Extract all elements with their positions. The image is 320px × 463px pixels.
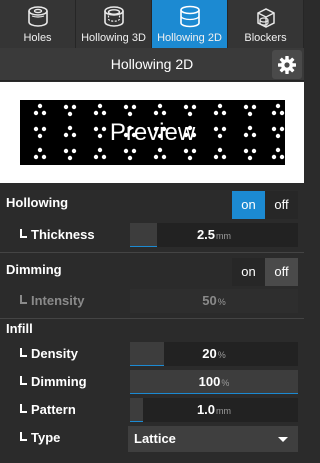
type-value: Lattice xyxy=(134,431,176,446)
type-dropdown[interactable]: Lattice xyxy=(128,426,298,452)
dimming-on-option[interactable]: on xyxy=(232,258,265,286)
dimming-label: Dimming xyxy=(6,262,62,277)
tab-hollowing-3d-label: Hollowing 3D xyxy=(81,32,146,44)
density-unit: % xyxy=(217,350,226,360)
preview-label: Preview xyxy=(109,119,196,146)
section-divider xyxy=(0,252,304,253)
preview-panel: Preview xyxy=(0,82,304,183)
hollowing-row: Hollowing on off xyxy=(0,189,304,219)
chevron-down-icon xyxy=(278,437,288,442)
pattern-label: Pattern xyxy=(20,396,76,424)
pattern-slider[interactable]: 1.0mm xyxy=(130,398,298,422)
pattern-unit: mm xyxy=(216,406,232,416)
type-label: Type xyxy=(20,424,60,452)
tab-blockers-label: Blockers xyxy=(244,32,287,44)
tab-hollowing-3d[interactable]: Hollowing 3D xyxy=(76,0,152,48)
density-label: Density xyxy=(20,340,78,368)
thickness-unit: mm xyxy=(216,231,232,241)
dimming-off-option[interactable]: off xyxy=(265,258,298,286)
intensity-label: Intensity xyxy=(20,287,84,315)
tab-holes-label: Holes xyxy=(23,32,52,44)
infill-dimming-slider[interactable]: 100% xyxy=(130,370,298,394)
dimming-toggle[interactable]: on off xyxy=(232,258,298,286)
thickness-row: Thickness 2.5mm xyxy=(0,221,304,249)
type-row: Type Lattice xyxy=(0,424,304,452)
infill-row: Infill xyxy=(0,318,304,340)
intensity-value: 50 xyxy=(202,293,217,308)
density-row: Density 20% xyxy=(0,340,304,368)
pattern-value: 1.0 xyxy=(196,402,216,417)
thickness-label: Thickness xyxy=(20,221,95,249)
thickness-value: 2.5 xyxy=(196,227,216,242)
intensity-row: Intensity 50% xyxy=(0,287,304,315)
hollowing-toggle[interactable]: on off xyxy=(232,191,298,219)
gear-icon xyxy=(278,55,296,74)
hollowing-on-option[interactable]: on xyxy=(232,191,265,219)
holes-icon xyxy=(24,5,52,29)
tab-holes[interactable]: Holes xyxy=(0,0,76,48)
panel-title: Hollowing 2D xyxy=(110,56,194,72)
infill-dimming-value: 100 xyxy=(198,374,221,389)
thickness-slider[interactable]: 2.5mm xyxy=(130,223,298,247)
pattern-row: Pattern 1.0mm xyxy=(0,396,304,424)
hollowing-label: Hollowing xyxy=(6,195,69,210)
blockers-icon xyxy=(252,5,280,29)
infill-label: Infill xyxy=(6,321,33,336)
panel-header: Hollowing 2D xyxy=(0,48,304,81)
tab-hollowing-2d-label: Hollowing 2D xyxy=(157,32,222,44)
tab-bar: Holes Hollowing 3D Hollowing 2D Blockers xyxy=(0,0,304,48)
preview-image: Preview xyxy=(20,100,285,165)
intensity-slider[interactable]: 50% xyxy=(130,289,298,313)
infill-dimming-label: Dimming xyxy=(20,368,87,396)
infill-dimming-row: Dimming 100% xyxy=(0,368,304,396)
dimming-row: Dimming on off xyxy=(0,256,304,286)
hollowing-off-option[interactable]: off xyxy=(265,191,298,219)
hollowing-2d-icon xyxy=(176,5,204,29)
tab-hollowing-2d[interactable]: Hollowing 2D xyxy=(152,0,228,48)
infill-dimming-unit: % xyxy=(221,378,230,388)
settings-button[interactable] xyxy=(272,50,302,79)
intensity-unit: % xyxy=(217,297,226,307)
density-slider[interactable]: 20% xyxy=(130,342,298,366)
tab-blockers[interactable]: Blockers xyxy=(228,0,304,48)
density-value: 20 xyxy=(202,346,217,361)
hollowing-3d-icon xyxy=(100,5,128,29)
